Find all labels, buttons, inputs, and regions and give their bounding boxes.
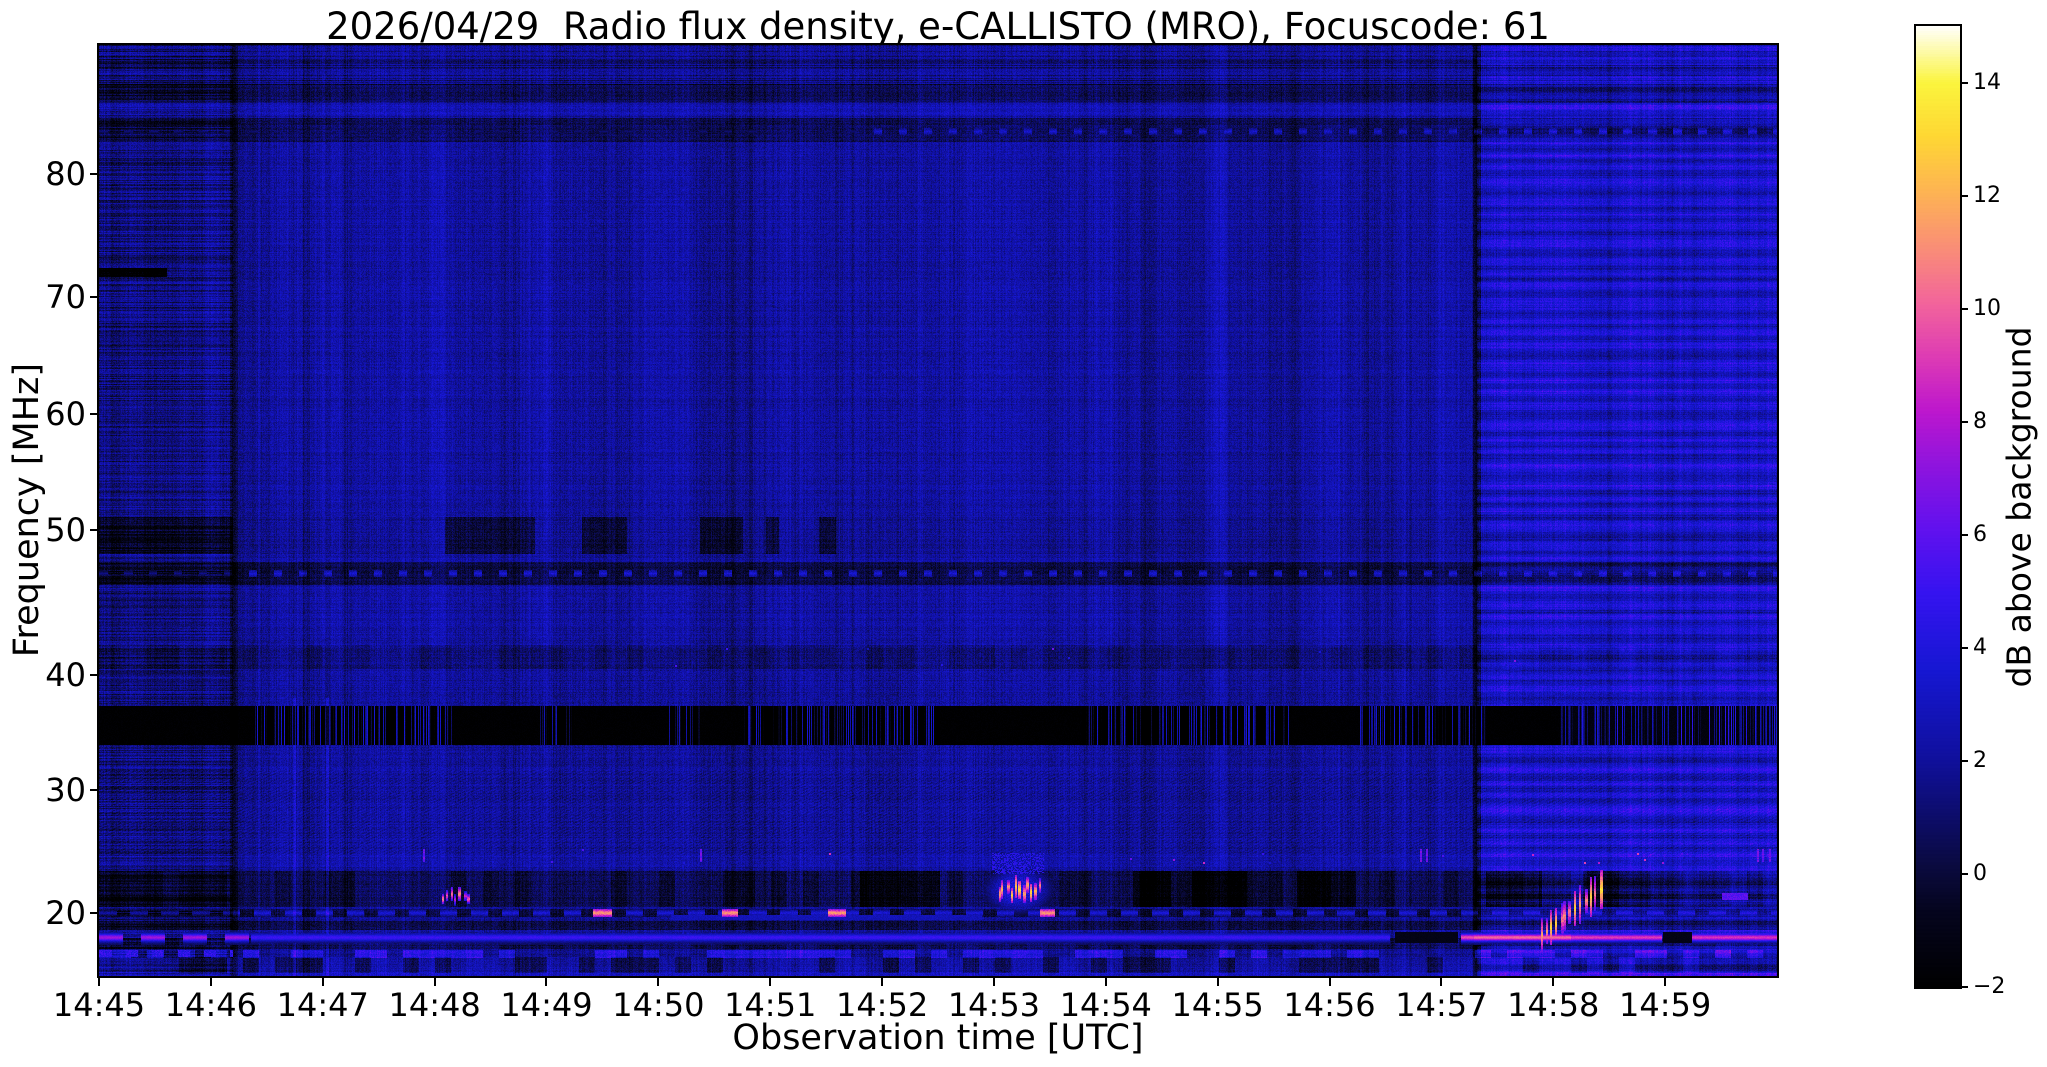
colorbar-tick-mark bbox=[1960, 81, 1968, 84]
x-tick-mark bbox=[545, 977, 548, 986]
x-axis-label: Observation time [UTC] bbox=[732, 1018, 1144, 1058]
colorbar-tick-mark bbox=[1960, 194, 1968, 197]
x-tick-mark bbox=[881, 977, 884, 986]
y-tick-label: 20 bbox=[45, 893, 86, 932]
colorbar-tick-mark bbox=[1960, 986, 1968, 988]
y-tick-mark bbox=[90, 528, 99, 531]
x-tick-mark bbox=[1552, 977, 1555, 986]
x-tick-mark bbox=[1440, 977, 1443, 986]
colorbar-tick-label: 2 bbox=[1973, 747, 1987, 773]
colorbar-label: dB above background bbox=[1999, 326, 2039, 688]
y-tick-label: 70 bbox=[45, 278, 86, 317]
y-tick-mark bbox=[90, 911, 99, 914]
colorbar-tick-label: −2 bbox=[1973, 974, 2006, 999]
x-tick-mark bbox=[1216, 977, 1219, 986]
y-tick-label: 30 bbox=[45, 770, 86, 809]
x-tick-mark bbox=[98, 977, 100, 986]
colorbar-tick-mark bbox=[1960, 759, 1968, 762]
colorbar-canvas bbox=[1916, 26, 1960, 987]
y-tick-label: 40 bbox=[45, 656, 86, 694]
callisto-spectrogram-figure: 2026/04/29 Radio flux density, e-CALLIST… bbox=[0, 0, 2047, 1067]
y-tick-mark bbox=[90, 173, 99, 176]
colorbar-tick-label: 0 bbox=[1973, 860, 1987, 886]
colorbar-tick-label: 6 bbox=[1973, 521, 1987, 547]
colorbar-tick-mark bbox=[1960, 533, 1968, 536]
x-tick-mark bbox=[321, 977, 324, 986]
x-tick-mark bbox=[769, 977, 772, 986]
x-tick-mark bbox=[657, 977, 660, 986]
colorbar-tick-label: 4 bbox=[1973, 634, 1987, 660]
y-tick-mark bbox=[90, 296, 99, 299]
x-tick-mark bbox=[992, 977, 995, 986]
x-tick-mark bbox=[433, 977, 436, 986]
colorbar-tick-mark bbox=[1960, 646, 1968, 649]
y-tick-mark bbox=[90, 788, 99, 791]
x-tick-mark bbox=[1664, 977, 1667, 986]
y-axis-label: Frequency [MHz] bbox=[7, 362, 47, 658]
spectrogram-canvas bbox=[99, 45, 1777, 976]
colorbar-tick-label: 14 bbox=[1973, 69, 2001, 95]
colorbar-tick-mark bbox=[1960, 420, 1968, 423]
x-tick-mark bbox=[1104, 977, 1107, 986]
colorbar-tick-label: 10 bbox=[1973, 295, 2001, 321]
x-tick-mark bbox=[1328, 977, 1331, 986]
y-tick-label: 80 bbox=[45, 155, 86, 194]
colorbar-tick-label: 12 bbox=[1973, 182, 2001, 208]
colorbar-tick-label: 8 bbox=[1973, 408, 1987, 434]
y-tick-mark bbox=[90, 413, 99, 416]
y-tick-mark bbox=[90, 674, 99, 676]
colorbar-tick-mark bbox=[1960, 872, 1968, 875]
colorbar-tick-mark bbox=[1960, 307, 1968, 310]
x-tick-mark bbox=[209, 977, 212, 986]
page-title: 2026/04/29 Radio flux density, e-CALLIST… bbox=[326, 5, 1550, 48]
